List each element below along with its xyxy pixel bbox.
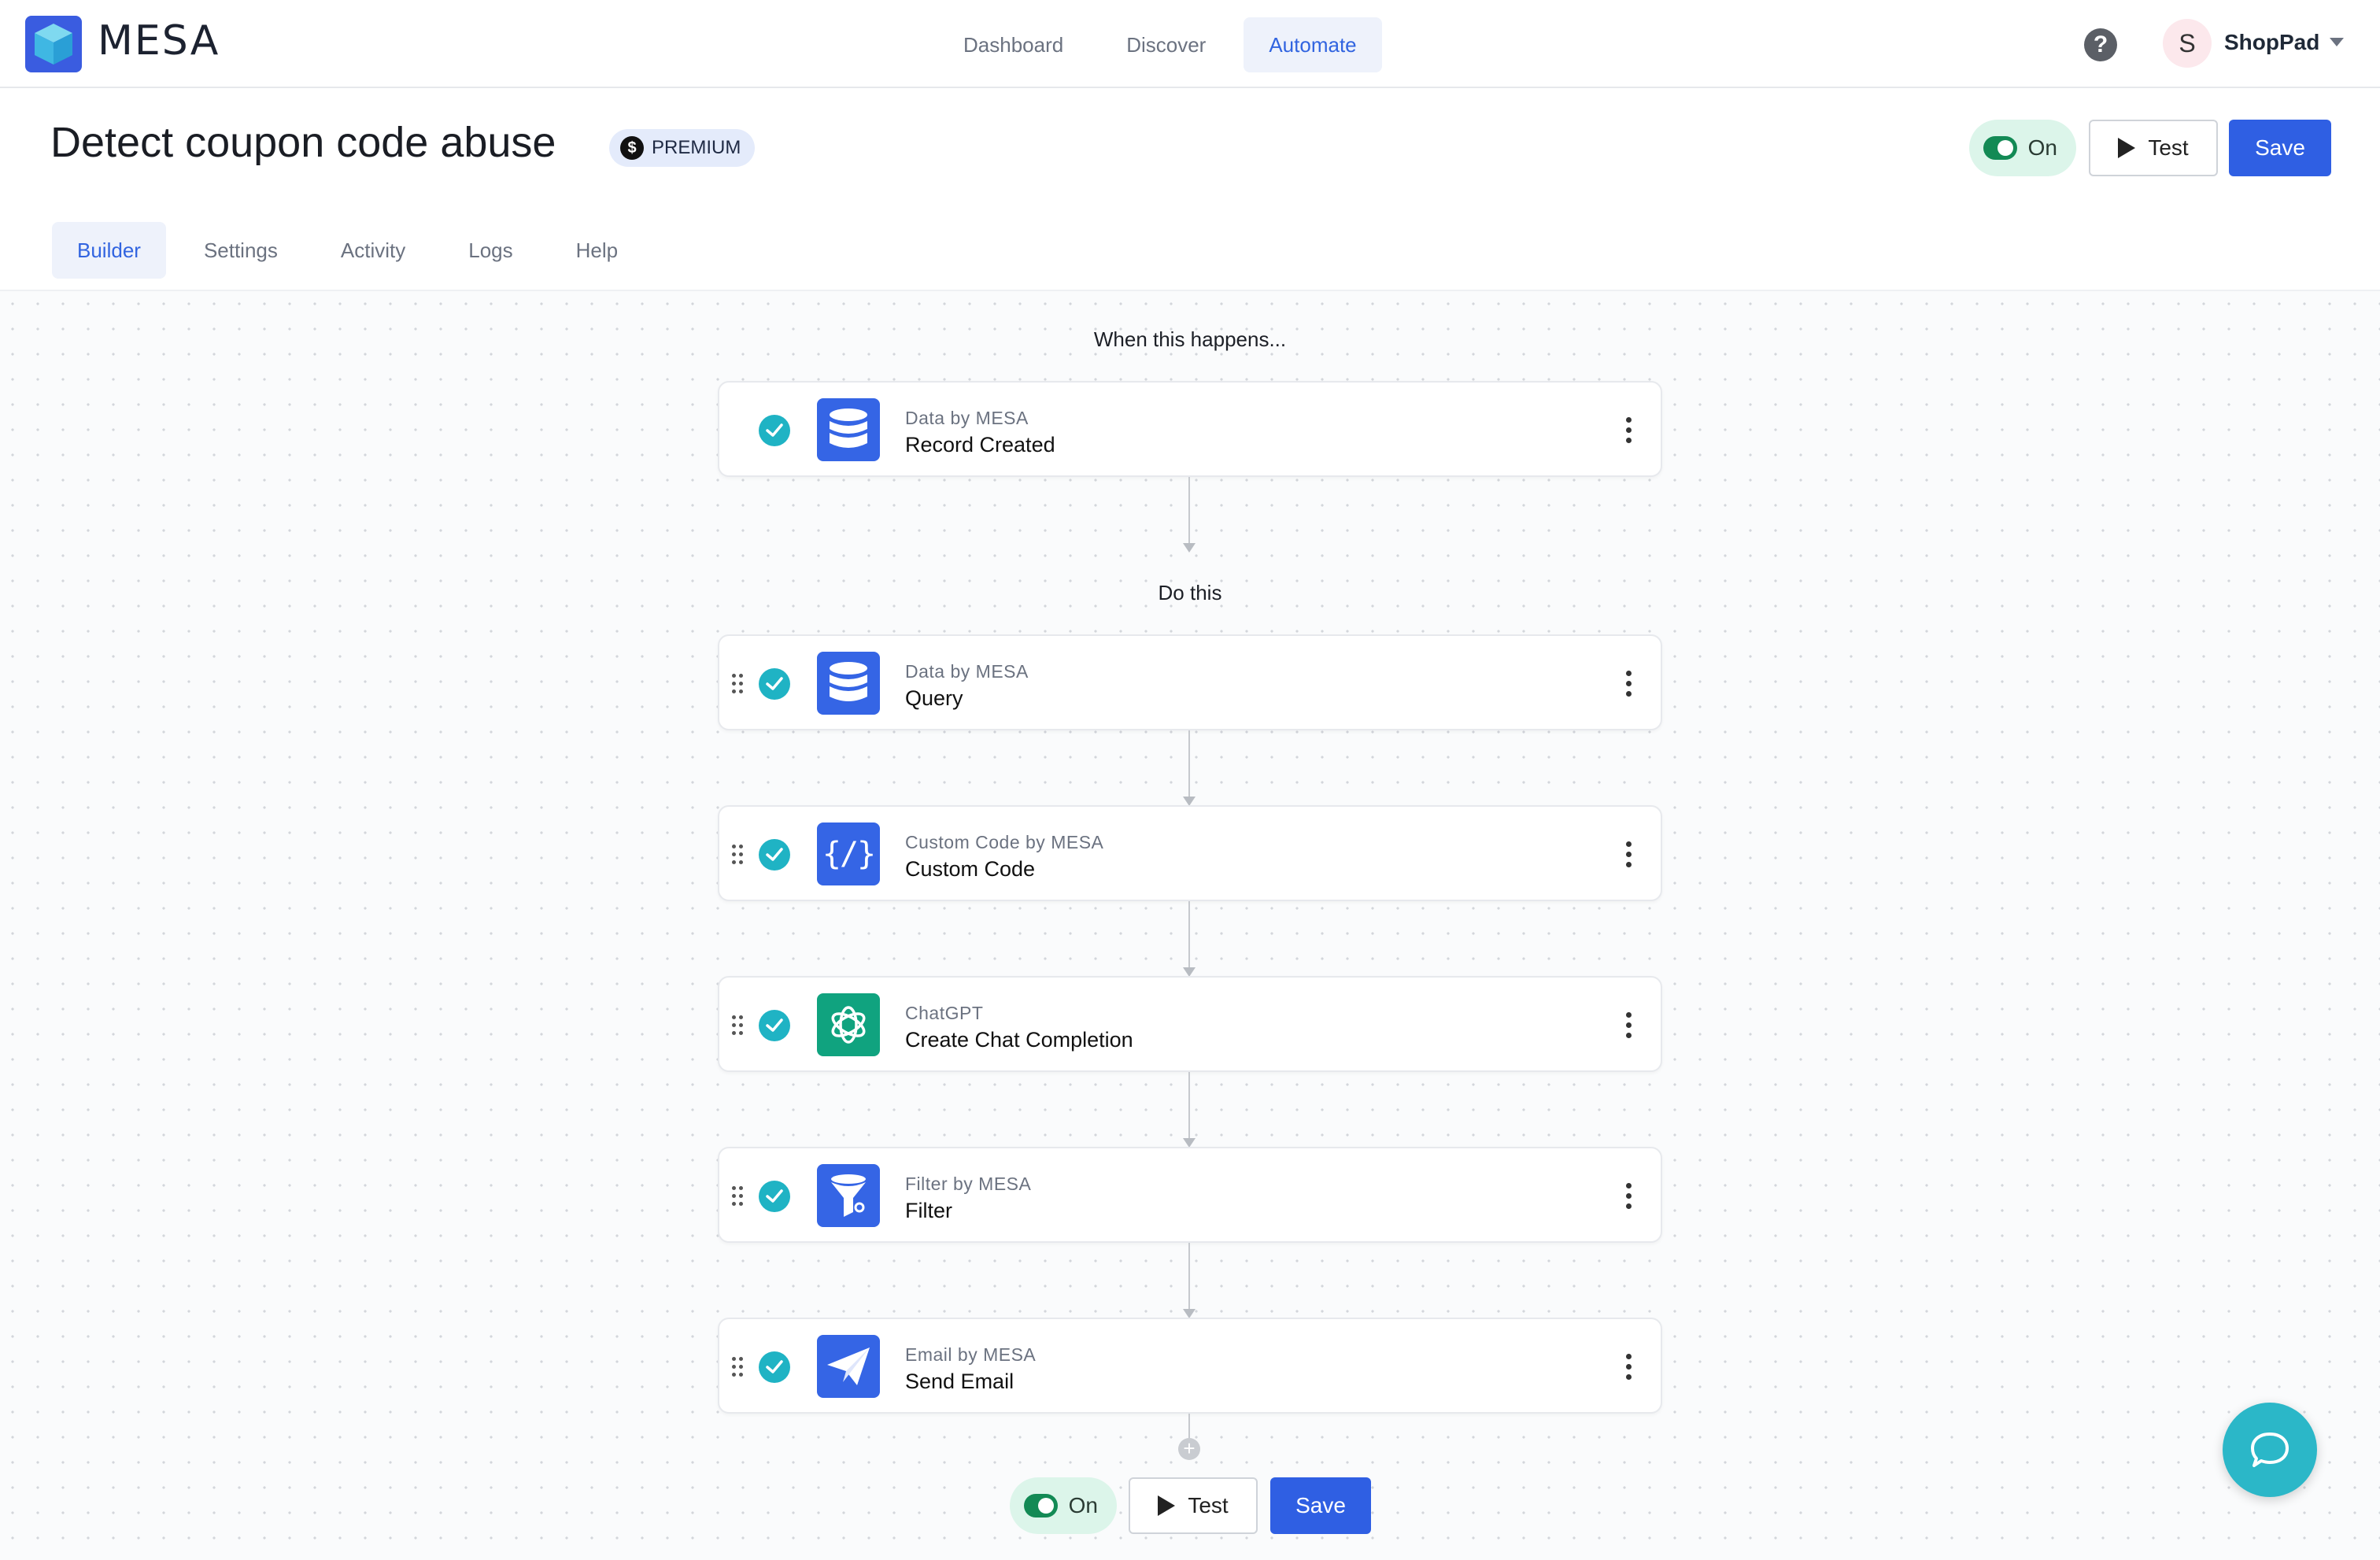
account-name[interactable]: ShopPad: [2224, 30, 2319, 55]
mesa-logo-icon[interactable]: [25, 16, 82, 72]
tab-activity[interactable]: Activity: [316, 222, 431, 279]
database-icon: [817, 652, 880, 715]
test-button-label: Test: [2148, 135, 2189, 160]
brand-name[interactable]: MESA: [98, 17, 220, 65]
more-options-icon[interactable]: [1624, 1354, 1632, 1381]
top-navigation-bar: MESA Dashboard Discover Automate ? S Sho…: [0, 0, 2380, 88]
toggle-switch[interactable]: [1983, 136, 2017, 160]
chat-launcher-button[interactable]: [2223, 1403, 2317, 1497]
drag-handle-icon[interactable]: [732, 1015, 745, 1036]
save-button[interactable]: Save: [2229, 120, 2331, 176]
footer-workflow-toggle[interactable]: On: [1010, 1477, 1117, 1534]
add-step-icon[interactable]: +: [1178, 1438, 1200, 1460]
page-title: Detect coupon code abuse: [50, 119, 556, 166]
tab-help[interactable]: Help: [551, 222, 643, 279]
tab-builder[interactable]: Builder: [52, 222, 166, 279]
play-icon: [1158, 1495, 1176, 1516]
step-name: Record Created: [905, 433, 1055, 457]
connector-line: [1188, 1414, 1190, 1439]
check-icon: [759, 668, 790, 700]
drag-handle-icon[interactable]: [732, 674, 745, 694]
builder-tabs: Builder Settings Activity Logs Help: [52, 222, 656, 279]
step-card-custom-code[interactable]: {/} Custom Code by MESA Custom Code: [718, 805, 1662, 901]
step-app-name: Custom Code by MESA: [905, 832, 1104, 852]
openai-icon: [817, 993, 880, 1056]
step-name: Create Chat Completion: [905, 1028, 1133, 1052]
code-icon: {/}: [817, 823, 880, 885]
step-app-name: Filter by MESA: [905, 1174, 1032, 1194]
actions-section-label: Do this: [1158, 581, 1222, 604]
nav-automate[interactable]: Automate: [1244, 17, 1382, 72]
paper-plane-icon: [817, 1335, 880, 1398]
workflow-toggle[interactable]: On: [1969, 120, 2076, 176]
more-options-icon[interactable]: [1624, 1012, 1632, 1039]
nav-dashboard[interactable]: Dashboard: [938, 17, 1088, 72]
connector-line: [1188, 1243, 1190, 1312]
step-app-name: Email by MESA: [905, 1344, 1037, 1365]
check-icon: [759, 415, 790, 446]
tab-logs[interactable]: Logs: [443, 222, 538, 279]
step-card-query[interactable]: Data by MESA Query: [718, 634, 1662, 730]
drag-handle-icon[interactable]: [732, 845, 745, 865]
connector-line: [1188, 730, 1190, 800]
connector-line: [1188, 1072, 1190, 1141]
connector-line: [1188, 477, 1190, 548]
more-options-icon[interactable]: [1624, 417, 1632, 444]
test-button[interactable]: Test: [2089, 120, 2218, 176]
chevron-down-icon[interactable]: [2330, 38, 2344, 46]
avatar[interactable]: S: [2163, 19, 2212, 68]
toggle-label: On: [2027, 135, 2057, 160]
more-options-icon[interactable]: [1624, 1183, 1632, 1210]
toggle-label: On: [1068, 1493, 1098, 1517]
tab-settings[interactable]: Settings: [179, 222, 303, 279]
check-icon: [759, 839, 790, 871]
footer-save-button[interactable]: Save: [1270, 1477, 1371, 1534]
step-app-name: Data by MESA: [905, 408, 1029, 428]
step-card-email[interactable]: Email by MESA Send Email: [718, 1318, 1662, 1414]
check-icon: [759, 1351, 790, 1383]
check-icon: [759, 1010, 790, 1041]
drag-handle-icon[interactable]: [732, 1357, 745, 1377]
test-button-label: Test: [1188, 1493, 1229, 1517]
database-icon: [817, 398, 880, 461]
trigger-card[interactable]: Data by MESA Record Created: [718, 381, 1662, 477]
chat-bubble-icon: [2251, 1432, 2289, 1467]
help-icon[interactable]: ?: [2084, 28, 2117, 61]
step-name: Send Email: [905, 1370, 1014, 1393]
premium-badge: $ PREMIUM: [609, 129, 756, 167]
main-nav: Dashboard Discover Automate: [938, 17, 1395, 72]
step-card-chatgpt[interactable]: ChatGPT Create Chat Completion: [718, 976, 1662, 1072]
step-app-name: Data by MESA: [905, 661, 1029, 682]
dollar-icon: $: [620, 136, 644, 160]
step-app-name: ChatGPT: [905, 1003, 984, 1023]
connector-line: [1188, 901, 1190, 970]
step-name: Custom Code: [905, 857, 1036, 881]
step-name: Filter: [905, 1199, 952, 1222]
play-icon: [2118, 138, 2136, 158]
more-options-icon[interactable]: [1624, 841, 1632, 868]
check-icon: [759, 1181, 790, 1212]
trigger-section-label: When this happens...: [1093, 327, 1287, 351]
more-options-icon[interactable]: [1624, 671, 1632, 697]
nav-discover[interactable]: Discover: [1101, 17, 1231, 72]
connector-arrow: [1183, 543, 1196, 553]
toggle-switch[interactable]: [1024, 1494, 1058, 1517]
funnel-icon: [817, 1164, 880, 1227]
premium-badge-label: PREMIUM: [652, 137, 741, 158]
step-card-filter[interactable]: Filter by MESA Filter: [718, 1147, 1662, 1243]
footer-test-button[interactable]: Test: [1129, 1477, 1258, 1534]
step-name: Query: [905, 686, 963, 710]
drag-handle-icon[interactable]: [732, 1186, 745, 1207]
